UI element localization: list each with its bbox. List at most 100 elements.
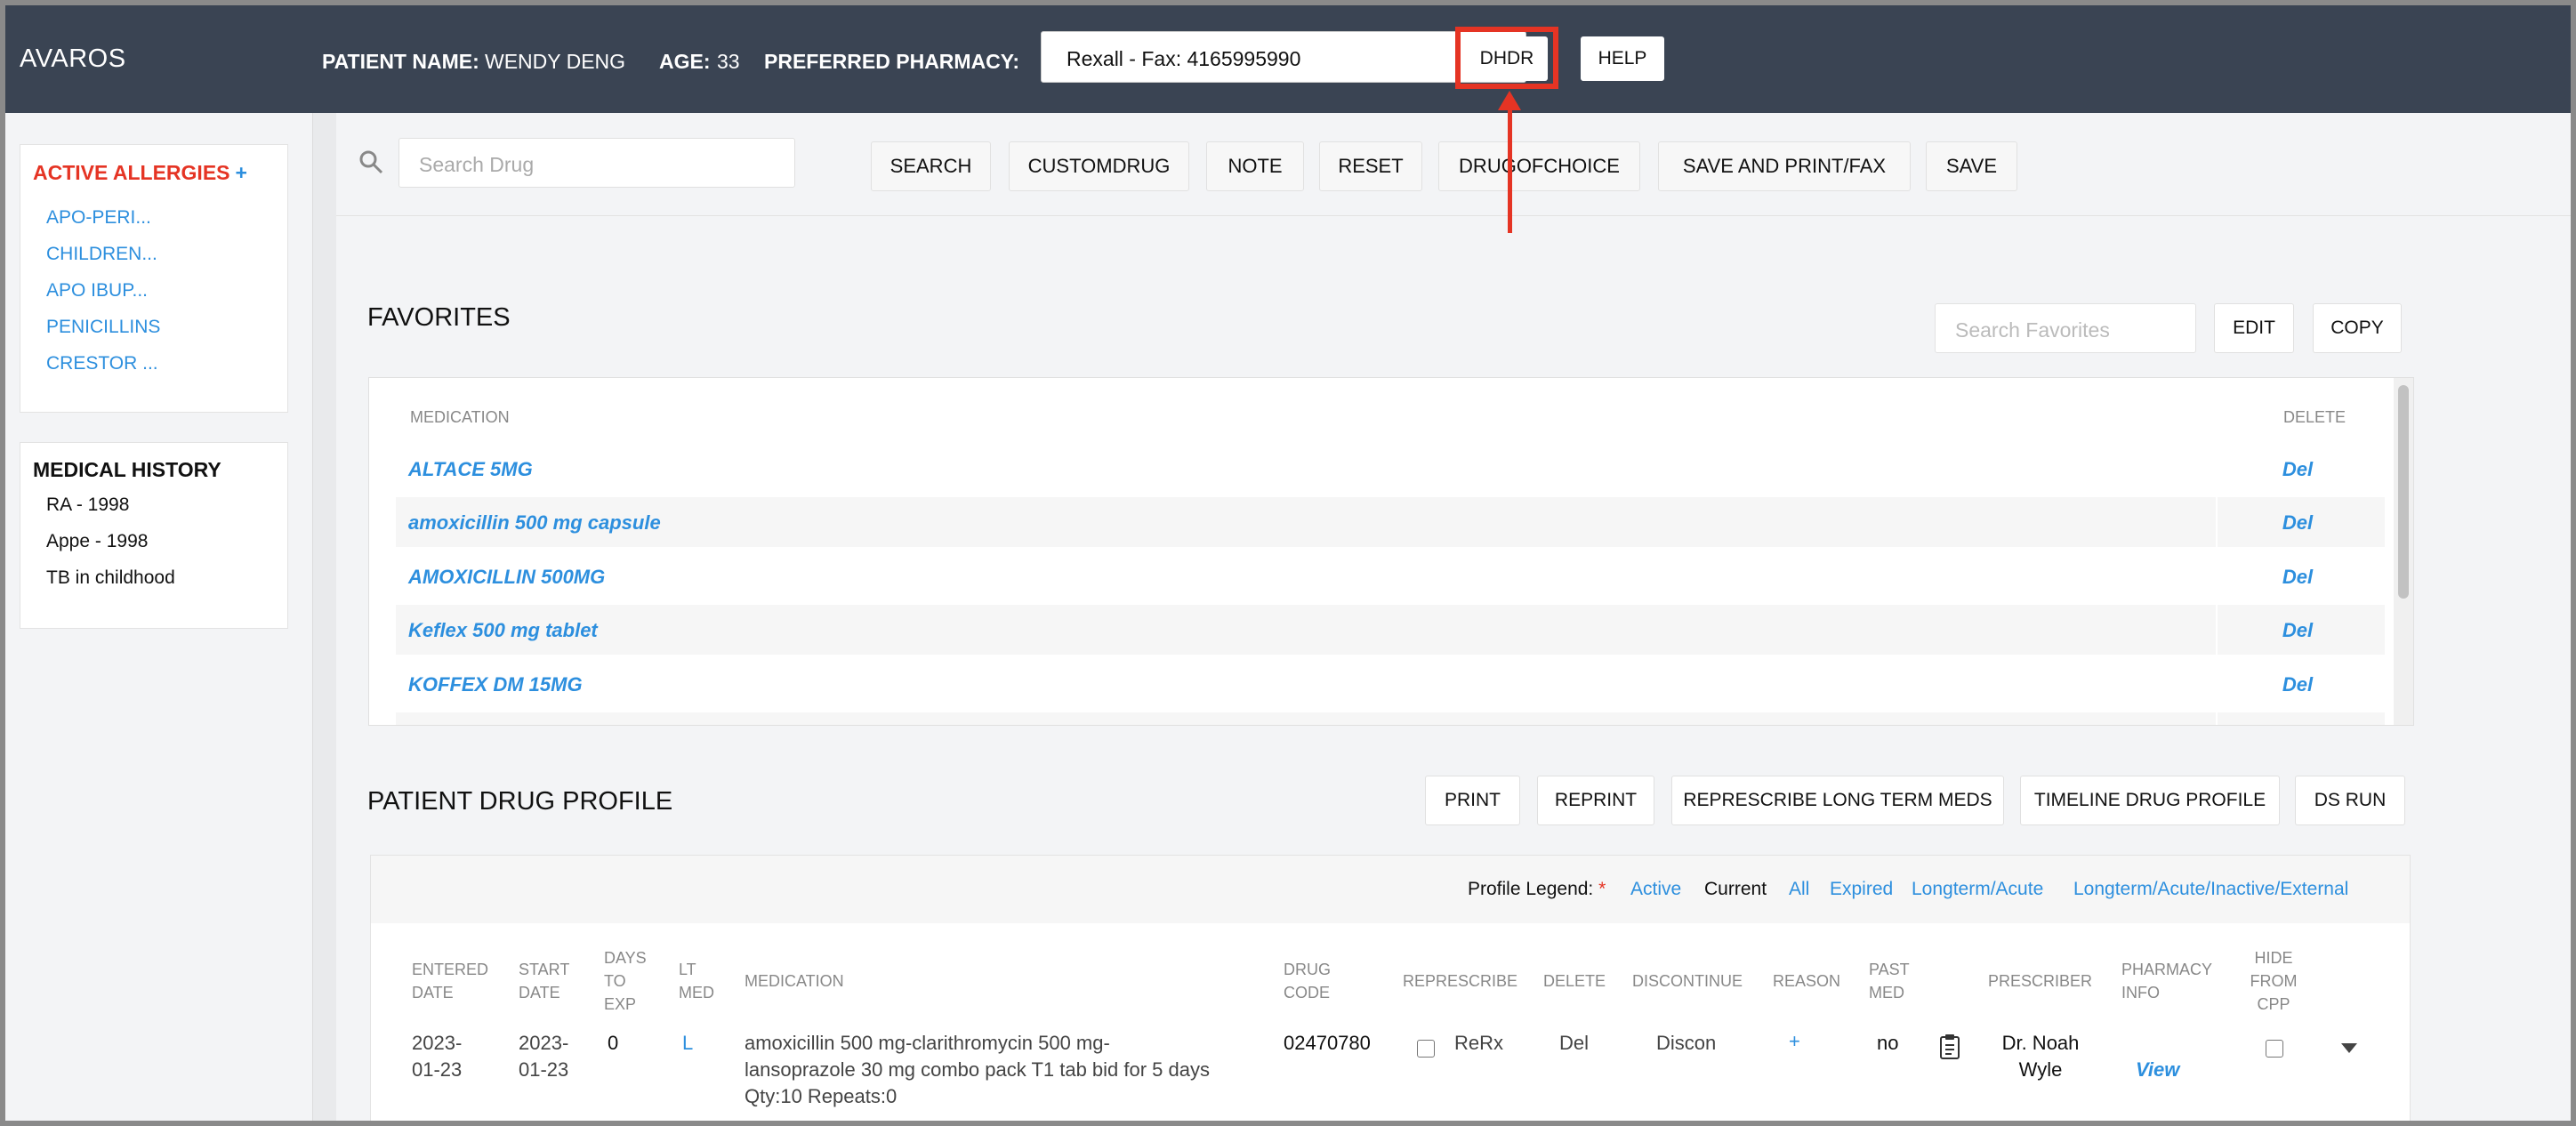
caret-down-icon[interactable] [2340, 1042, 2358, 1059]
favorite-medication-link[interactable]: ALTACE 5MG [408, 458, 533, 481]
history-item: TB in childhood [46, 567, 175, 588]
pharmacy-view-link[interactable]: View [2136, 1057, 2179, 1083]
represcribe-checkbox[interactable] [1417, 1040, 1435, 1058]
represcribe-long-term-button[interactable]: REPRESCRIBE LONG TERM MEDS [1671, 776, 2004, 825]
cell-entered-line: 01-23 [412, 1058, 463, 1081]
search-button[interactable]: SEARCH [871, 141, 991, 191]
add-reason-button[interactable]: + [1789, 1028, 1800, 1055]
note-button[interactable]: NOTE [1206, 141, 1304, 191]
cell-drug-code: 02470780 [1284, 1032, 1371, 1054]
rerx-link[interactable]: ReRx [1454, 1030, 1503, 1057]
allergy-item[interactable]: APO-PERI... [46, 207, 151, 229]
favorite-medication-link[interactable]: amoxicillin 500 mg capsule [408, 511, 661, 535]
favorite-medication-link[interactable]: Keflex 500 mg tablet [408, 619, 598, 642]
brand-logo: AVAROS [20, 44, 126, 73]
favorite-row: amoxicillin 500 mg capsule Del [396, 497, 2385, 547]
legend-active[interactable]: Active [1630, 879, 1681, 900]
print-button[interactable]: PRINT [1425, 776, 1520, 825]
hide-from-cpp-checkbox[interactable] [2266, 1040, 2283, 1058]
cell-past-med: no [1877, 1032, 1899, 1054]
favorite-delete-link[interactable]: Del [2250, 619, 2346, 642]
col-entered-date-line: ENTERED [412, 961, 489, 978]
drug-profile-title: PATIENT DRUG PROFILE [367, 787, 673, 816]
allergy-item[interactable]: PENICILLINS [46, 317, 160, 338]
allergy-item[interactable]: APO IBUP... [46, 280, 148, 302]
save-print-fax-button[interactable]: SAVE AND PRINT/FAX [1658, 141, 1911, 191]
left-sidebar: ACTIVE ALLERGIES + APO-PERI... CHILDREN..… [5, 113, 313, 1121]
customdrug-button[interactable]: CUSTOMDRUG [1009, 141, 1189, 191]
discontinue-link[interactable]: Discon [1656, 1030, 1716, 1057]
patient-name-label: PATIENT NAME: [322, 50, 479, 73]
favorites-copy-button[interactable]: COPY [2313, 303, 2402, 353]
allergy-item[interactable]: CHILDREN... [46, 244, 157, 265]
medical-history-card: MEDICAL HISTORY RA - 1998 Appe - 1998 TB… [20, 442, 288, 629]
favorite-row: Keflex 500 mg tablet Del [396, 605, 2385, 655]
col-pharmacy-line: PHARMACY [2121, 961, 2213, 978]
allergy-item[interactable]: CRESTOR ... [46, 353, 158, 374]
pharmacy-select[interactable]: Rexall - Fax: 4165995990 [1041, 31, 1526, 83]
timeline-drug-profile-button[interactable]: TIMELINE DRUG PROFILE [2020, 776, 2280, 825]
favorite-delete-link[interactable]: Del [2250, 566, 2346, 589]
favorite-delete-link[interactable]: Del [2250, 511, 2346, 535]
drugofchoice-button[interactable]: DRUGOFCHOICE [1438, 141, 1640, 191]
col-represcribe: REPRESCRIBE [1403, 972, 1518, 990]
reprint-button[interactable]: REPRINT [1537, 776, 1654, 825]
delete-column-divider [2216, 378, 2218, 725]
favorite-delete-link[interactable]: Del [2250, 458, 2346, 481]
col-prescriber: PRESCRIBER [1988, 972, 2093, 990]
favorites-search-input[interactable]: Search Favorites [1935, 303, 2196, 353]
favorite-medication-link[interactable]: KOFFEX DM 15MG [408, 673, 583, 696]
cell-entered-line: 2023- [412, 1032, 463, 1054]
cell-medication-line: Qty:10 Repeats:0 [745, 1085, 898, 1107]
col-start-date-line: DATE [519, 984, 560, 1001]
col-drug-code-line: CODE [1284, 984, 1331, 1001]
age-label: AGE: [659, 50, 711, 73]
col-days-line: EXP [604, 995, 637, 1013]
cell-prescriber-line: Wyle [2018, 1058, 2063, 1081]
cell-lt-med[interactable]: L [682, 1030, 693, 1057]
drug-toolbar: Search Drug SEARCH CUSTOMDRUG NOTE RESET… [336, 113, 2571, 216]
add-allergy-button[interactable]: + [236, 161, 247, 184]
col-past-med: PAST MED [1869, 958, 1910, 1004]
allergies-title-text: ACTIVE ALLERGIES [33, 161, 230, 184]
cell-start-line: 01-23 [519, 1058, 569, 1081]
cell-start-date: 2023- 01-23 [519, 1030, 568, 1083]
cell-days-to-exp: 0 [608, 1032, 619, 1054]
cell-entered-date: 2023- 01-23 [412, 1030, 462, 1083]
col-start-date-line: START [519, 961, 570, 978]
fav-col-delete: DELETE [2283, 408, 2347, 426]
favorites-scrollbar[interactable] [2394, 378, 2413, 725]
col-pharmacy-line: INFO [2121, 984, 2160, 1001]
legend-current[interactable]: Current [1704, 879, 1767, 900]
favorites-scroll-thumb[interactable] [2398, 385, 2409, 599]
col-drug-code: DRUG CODE [1284, 958, 1331, 1004]
reset-button[interactable]: RESET [1319, 141, 1422, 191]
col-entered-date: ENTERED DATE [412, 958, 488, 1004]
delete-link[interactable]: Del [1559, 1030, 1589, 1057]
legend-all[interactable]: All [1789, 879, 1809, 900]
cell-start-line: 2023- [519, 1032, 569, 1054]
col-days-to-exp: DAYS TO EXP [604, 946, 647, 1016]
drug-search-input[interactable]: Search Drug [398, 138, 795, 188]
favorites-edit-button[interactable]: EDIT [2214, 303, 2294, 353]
legend-longterm-acute-inactive-external[interactable]: Longterm/Acute/Inactive/External [2073, 879, 2348, 900]
annotation-arrow-shaft [1508, 100, 1512, 233]
save-button[interactable]: SAVE [1926, 141, 2017, 191]
cell-prescriber-line: Dr. Noah [2001, 1032, 2080, 1054]
col-entered-date-line: DATE [412, 984, 454, 1001]
clipboard-icon[interactable] [1938, 1034, 1961, 1065]
favorite-row: AMOXICILLIN 500MG Del [396, 551, 2385, 601]
favorite-delete-link[interactable]: Del [2250, 673, 2346, 696]
legend-required-star: * [1598, 879, 1606, 899]
favorite-row: ALTACE 5MG Del [396, 444, 2385, 494]
favorite-medication-link[interactable]: AMOXICILLIN 500MG [408, 566, 605, 589]
sidebar-divider [313, 113, 336, 1121]
col-start-date: START DATE [519, 958, 569, 1004]
col-delete: DELETE [1543, 972, 1606, 990]
legend-longterm-acute[interactable]: Longterm/Acute [1912, 879, 2043, 900]
legend-expired[interactable]: Expired [1830, 879, 1893, 900]
help-button[interactable]: HELP [1581, 36, 1664, 81]
col-hide-line: FROM [2250, 972, 2298, 990]
ds-run-button[interactable]: DS RUN [2295, 776, 2405, 825]
history-item: Appe - 1998 [46, 531, 149, 551]
